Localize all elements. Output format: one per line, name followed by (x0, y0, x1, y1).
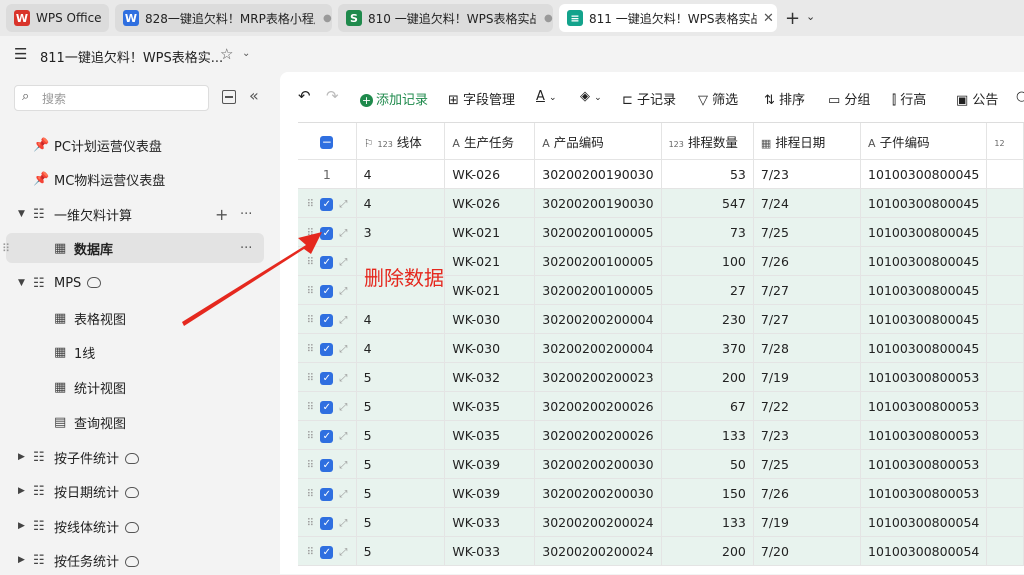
annotation-arrow (182, 232, 322, 326)
red-arrow-icon (182, 232, 322, 326)
annotation-text: 删除数据 (364, 266, 444, 290)
